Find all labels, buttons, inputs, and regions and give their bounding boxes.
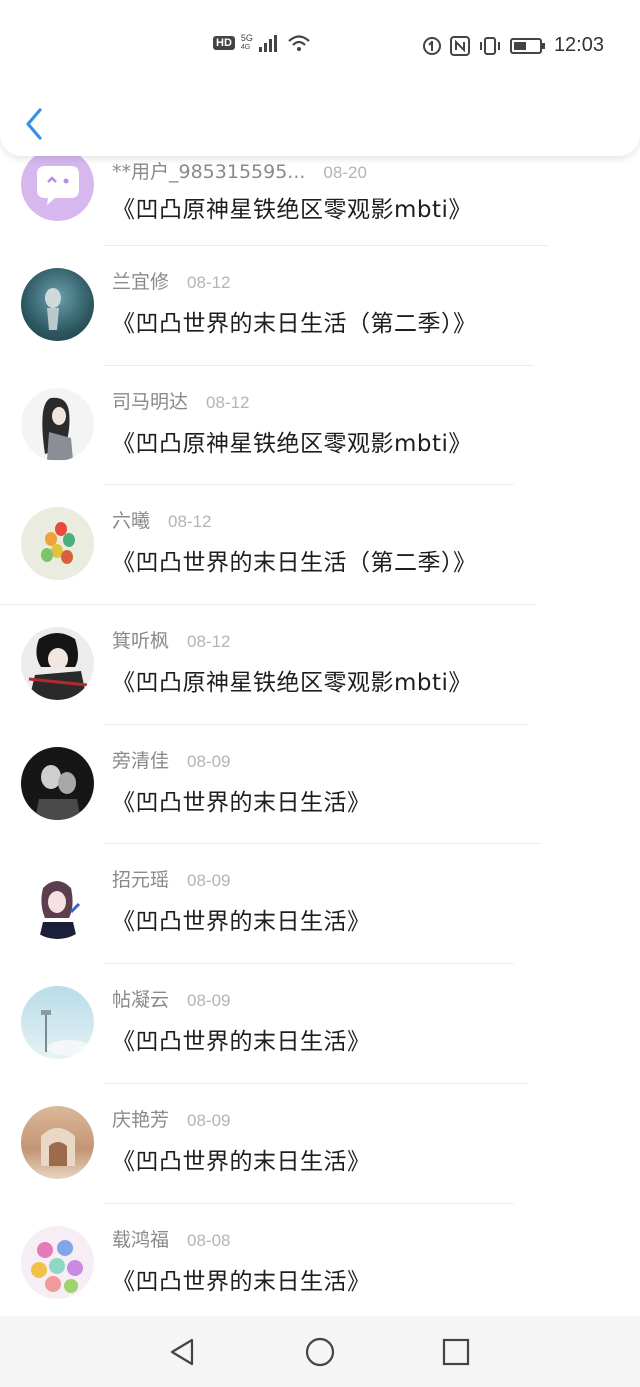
book-title[interactable]: 《凹凸世界的末日生活（第二季）》 (112, 543, 477, 577)
data-saver-icon (422, 36, 441, 55)
book-title[interactable]: 《凹凸原神星铁绝区零观影mbti》 (112, 190, 472, 224)
avatar[interactable] (21, 986, 94, 1060)
chevron-left-icon (26, 108, 42, 140)
avatar-image (41, 522, 75, 565)
status-bar-right: 12:03 (422, 34, 604, 57)
comment-meta: 旁清佳 08-09 (112, 746, 231, 773)
avatar[interactable] (21, 627, 94, 701)
book-title[interactable]: 《凹凸原神星铁绝区零观影mbti》 (112, 424, 472, 458)
comment-date: 08-09 (187, 871, 231, 891)
comment-meta: **用户_985315595... 08-20 (112, 157, 367, 184)
avatar[interactable] (21, 746, 94, 820)
list-item[interactable]: 载鸿福 08-08 《凹凸世界的末日生活》 (0, 1204, 640, 1324)
book-title[interactable]: 《凹凸世界的末日生活》 (112, 783, 371, 817)
list-item[interactable]: 庆艳芳 08-09 《凹凸世界的末日生活》 (0, 1084, 640, 1204)
list-item[interactable]: 旁清佳 08-09 《凹凸世界的末日生活》 (0, 725, 640, 845)
triangle-back-icon (170, 1338, 194, 1366)
comment-date: 08-20 (323, 163, 367, 182)
comment-meta: 兰宜修 08-12 (112, 267, 231, 294)
list-item[interactable]: 帖凝云 08-09 《凹凸世界的末日生活》 (0, 964, 640, 1084)
book-title[interactable]: 《凹凸世界的末日生活》 (112, 1262, 371, 1296)
hd-icon: HD (213, 36, 235, 50)
list-item[interactable]: 兰宜修 08-12 《凹凸世界的末日生活（第二季）》 (0, 246, 640, 366)
list-item[interactable]: **用户_985315595... 08-20 《凹凸原神星铁绝区零观影mbti… (0, 148, 640, 246)
comment-date: 08-12 (168, 512, 212, 532)
app-header: HD 5G 4G 12:03 (0, 0, 640, 156)
nav-recents-button[interactable] (440, 1336, 472, 1368)
comment-date: 08-09 (187, 751, 231, 771)
comment-meta: 六曦 08-12 (112, 506, 212, 533)
nav-home-button[interactable] (304, 1336, 336, 1368)
comment-date: 08-12 (187, 632, 231, 652)
username[interactable]: 庆艳芳 (112, 1105, 169, 1132)
avatar-image (39, 881, 81, 940)
avatar[interactable] (21, 268, 94, 341)
avatar-image (42, 397, 73, 460)
comment-meta: 招元瑶 08-09 (112, 865, 231, 892)
username[interactable]: 招元瑶 (112, 865, 169, 892)
system-navigation-bar (0, 1316, 640, 1387)
vibrate-icon (479, 36, 500, 55)
comment-meta: 载鸿福 08-08 (112, 1225, 231, 1252)
avatar[interactable] (21, 1225, 94, 1299)
default-avatar-icon (37, 166, 79, 205)
book-title[interactable]: 《凹凸世界的末日生活》 (112, 1142, 371, 1176)
comment-meta: 庆艳芳 08-09 (112, 1105, 231, 1132)
comment-meta: 司马明达 08-12 (112, 387, 250, 414)
clock: 12:03 (553, 34, 604, 56)
username[interactable]: **用户_985315595... (112, 157, 305, 184)
avatar-image (45, 288, 61, 330)
username[interactable]: 箕听枫 (112, 626, 169, 653)
network-5g-label: 5G (240, 33, 253, 43)
avatar-image (35, 764, 81, 820)
battery-icon (509, 37, 545, 54)
wifi-icon (288, 35, 310, 51)
list-item[interactable]: 六曦 08-12 《凹凸世界的末日生活（第二季）》 (0, 485, 640, 606)
signal-icon (258, 35, 277, 52)
network-4g-label: 4G (240, 44, 251, 51)
list-item[interactable]: 招元瑶 08-09 《凹凸世界的末日生活》 (0, 844, 640, 965)
nav-back-button[interactable] (166, 1336, 198, 1368)
avatar-image (41, 1127, 75, 1166)
book-title[interactable]: 《凹凸世界的末日生活（第二季）》 (112, 304, 477, 338)
comment-meta: 帖凝云 08-09 (112, 985, 231, 1012)
avatar-image (31, 1239, 83, 1293)
square-recents-icon (442, 1338, 470, 1366)
list-item[interactable]: 箕听枫 08-12 《凹凸原神星铁绝区零观影mbti》 (0, 605, 640, 725)
username[interactable]: 旁清佳 (112, 746, 169, 773)
book-title[interactable]: 《凹凸世界的末日生活》 (112, 1022, 371, 1056)
username[interactable]: 六曦 (112, 506, 150, 533)
status-bar-left: HD 5G 4G (213, 34, 311, 52)
avatar-image (41, 1010, 91, 1057)
avatar[interactable] (21, 507, 94, 581)
comment-date: 08-09 (187, 991, 231, 1011)
username[interactable]: 载鸿福 (112, 1225, 169, 1252)
comment-date: 08-09 (187, 1110, 231, 1130)
list-item[interactable]: 司马明达 08-12 《凹凸原神星铁绝区零观影mbti》 (0, 366, 640, 486)
circle-home-icon (305, 1337, 335, 1367)
comment-date: 08-12 (187, 273, 231, 292)
comment-meta: 箕听枫 08-12 (112, 626, 231, 653)
book-title[interactable]: 《凹凸世界的末日生活》 (112, 902, 371, 936)
username[interactable]: 司马明达 (112, 387, 188, 414)
book-title[interactable]: 《凹凸原神星铁绝区零观影mbti》 (112, 663, 472, 697)
username[interactable]: 兰宜修 (112, 267, 169, 294)
avatar[interactable] (21, 1105, 94, 1179)
avatar[interactable] (21, 387, 94, 461)
avatar[interactable] (21, 148, 94, 221)
comment-date: 08-08 (187, 1230, 231, 1250)
network-type: 5G 4G (241, 34, 253, 52)
avatar[interactable] (21, 866, 94, 940)
username[interactable]: 帖凝云 (112, 985, 169, 1012)
avatar-image (28, 633, 88, 701)
back-button[interactable] (20, 104, 54, 144)
comment-date: 08-12 (206, 392, 250, 412)
nfc-icon (449, 35, 470, 56)
comment-list: **用户_985315595... 08-20 《凹凸原神星铁绝区零观影mbti… (0, 148, 640, 1324)
